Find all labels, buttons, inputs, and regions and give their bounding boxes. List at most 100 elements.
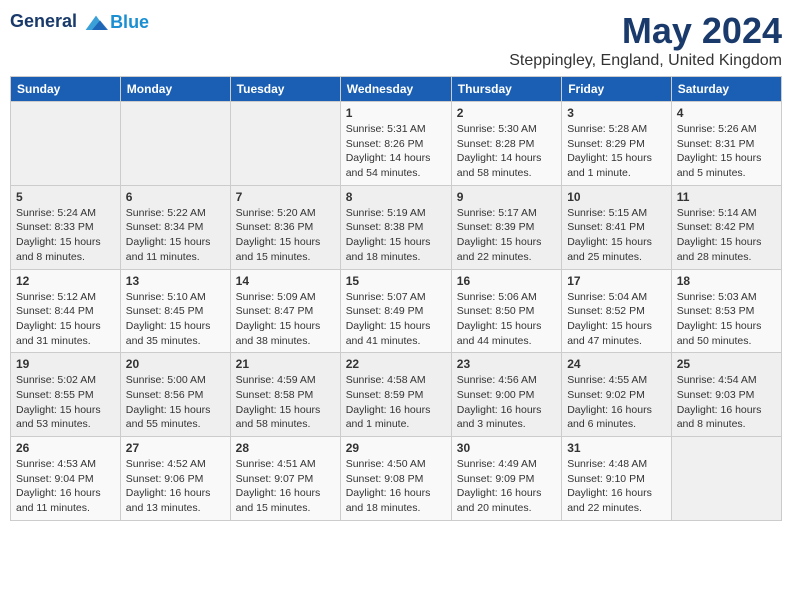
calendar-cell: 19Sunrise: 5:02 AM Sunset: 8:55 PM Dayli… [11, 353, 121, 437]
week-row-4: 19Sunrise: 5:02 AM Sunset: 8:55 PM Dayli… [11, 353, 782, 437]
day-info: Sunrise: 4:56 AM Sunset: 9:00 PM Dayligh… [457, 373, 556, 432]
day-number: 18 [677, 274, 776, 288]
logo-icon [84, 10, 108, 34]
day-info: Sunrise: 5:12 AM Sunset: 8:44 PM Dayligh… [16, 290, 115, 349]
calendar-cell [671, 437, 781, 521]
day-number: 2 [457, 106, 556, 120]
calendar-cell: 5 Sunrise: 5:24 AM Sunset: 8:33 PM Daylig… [11, 185, 121, 269]
week-row-2: 5 Sunrise: 5:24 AM Sunset: 8:33 PM Daylig… [11, 185, 782, 269]
day-info: Sunrise: 5:14 AM Sunset: 8:42 PM Dayligh… [677, 206, 776, 265]
day-info: Sunrise: 5:04 AM Sunset: 8:52 PM Dayligh… [567, 290, 666, 349]
calendar-cell: 29 Sunrise: 4:50 AM Sunset: 9:08 PM Dayli… [340, 437, 451, 521]
day-number: 12 [16, 274, 115, 288]
day-info: Sunrise: 4:49 AM Sunset: 9:09 PM Dayligh… [457, 457, 556, 516]
day-info: Sunrise: 5:15 AM Sunset: 8:41 PM Dayligh… [567, 206, 666, 265]
day-info: Sunrise: 5:30 AM Sunset: 8:28 PM Dayligh… [457, 122, 556, 181]
day-info: Sunrise: 5:03 AM Sunset: 8:53 PM Dayligh… [677, 290, 776, 349]
calendar-cell: 25 Sunrise: 4:54 AM Sunset: 9:03 PM Dayli… [671, 353, 781, 437]
week-row-1: 1Sunrise: 5:31 AM Sunset: 8:26 PM Daylig… [11, 102, 782, 186]
calendar-cell: 28Sunrise: 4:51 AM Sunset: 9:07 PM Dayli… [230, 437, 340, 521]
day-number: 26 [16, 441, 115, 455]
day-number: 16 [457, 274, 556, 288]
calendar-cell: 27 Sunrise: 4:52 AM Sunset: 9:06 PM Dayli… [120, 437, 230, 521]
weekday-header-tuesday: Tuesday [230, 77, 340, 102]
day-info: Sunrise: 5:24 AM Sunset: 8:33 PM Dayligh… [16, 206, 115, 265]
day-info: Sunrise: 5:07 AM Sunset: 8:49 PM Dayligh… [346, 290, 446, 349]
calendar-cell: 23Sunrise: 4:56 AM Sunset: 9:00 PM Dayli… [451, 353, 561, 437]
day-info: Sunrise: 5:28 AM Sunset: 8:29 PM Dayligh… [567, 122, 666, 181]
day-info: Sunrise: 5:17 AM Sunset: 8:39 PM Dayligh… [457, 206, 556, 265]
day-number: 19 [16, 357, 115, 371]
week-row-5: 26 Sunrise: 4:53 AM Sunset: 9:04 PM Dayli… [11, 437, 782, 521]
calendar-cell: 9 Sunrise: 5:17 AM Sunset: 8:39 PM Daylig… [451, 185, 561, 269]
day-info: Sunrise: 5:00 AM Sunset: 8:56 PM Dayligh… [126, 373, 225, 432]
day-number: 1 [346, 106, 446, 120]
calendar-cell: 11 Sunrise: 5:14 AM Sunset: 8:42 PM Dayli… [671, 185, 781, 269]
day-info: Sunrise: 5:20 AM Sunset: 8:36 PM Dayligh… [236, 206, 335, 265]
day-info: Sunrise: 4:52 AM Sunset: 9:06 PM Dayligh… [126, 457, 225, 516]
calendar-cell [120, 102, 230, 186]
day-number: 9 [457, 190, 556, 204]
location: Steppingley, England, United Kingdom [509, 52, 782, 70]
day-number: 17 [567, 274, 666, 288]
day-info: Sunrise: 5:26 AM Sunset: 8:31 PM Dayligh… [677, 122, 776, 181]
day-number: 20 [126, 357, 225, 371]
day-number: 3 [567, 106, 666, 120]
calendar-cell: 14Sunrise: 5:09 AM Sunset: 8:47 PM Dayli… [230, 269, 340, 353]
weekday-header-thursday: Thursday [451, 77, 561, 102]
day-info: Sunrise: 4:55 AM Sunset: 9:02 PM Dayligh… [567, 373, 666, 432]
page-header: General Blue May 2024 Steppingley, Engla… [10, 10, 782, 70]
calendar-cell: 1Sunrise: 5:31 AM Sunset: 8:26 PM Daylig… [340, 102, 451, 186]
day-info: Sunrise: 4:54 AM Sunset: 9:03 PM Dayligh… [677, 373, 776, 432]
day-info: Sunrise: 4:59 AM Sunset: 8:58 PM Dayligh… [236, 373, 335, 432]
calendar-body: 1Sunrise: 5:31 AM Sunset: 8:26 PM Daylig… [11, 102, 782, 521]
calendar-cell: 3 Sunrise: 5:28 AM Sunset: 8:29 PM Daylig… [562, 102, 672, 186]
calendar-cell: 31Sunrise: 4:48 AM Sunset: 9:10 PM Dayli… [562, 437, 672, 521]
weekday-header-saturday: Saturday [671, 77, 781, 102]
calendar-cell: 26 Sunrise: 4:53 AM Sunset: 9:04 PM Dayli… [11, 437, 121, 521]
day-number: 7 [236, 190, 335, 204]
logo-blue: Blue [110, 12, 149, 33]
day-info: Sunrise: 5:22 AM Sunset: 8:34 PM Dayligh… [126, 206, 225, 265]
weekday-row: SundayMondayTuesdayWednesdayThursdayFrid… [11, 77, 782, 102]
calendar-cell: 16 Sunrise: 5:06 AM Sunset: 8:50 PM Dayli… [451, 269, 561, 353]
calendar-cell: 20 Sunrise: 5:00 AM Sunset: 8:56 PM Dayli… [120, 353, 230, 437]
day-number: 8 [346, 190, 446, 204]
day-number: 24 [567, 357, 666, 371]
calendar-cell: 18 Sunrise: 5:03 AM Sunset: 8:53 PM Dayli… [671, 269, 781, 353]
day-info: Sunrise: 4:53 AM Sunset: 9:04 PM Dayligh… [16, 457, 115, 516]
calendar-cell: 2 Sunrise: 5:30 AM Sunset: 8:28 PM Daylig… [451, 102, 561, 186]
day-number: 15 [346, 274, 446, 288]
day-number: 25 [677, 357, 776, 371]
day-info: Sunrise: 4:51 AM Sunset: 9:07 PM Dayligh… [236, 457, 335, 516]
day-number: 21 [236, 357, 335, 371]
day-info: Sunrise: 5:10 AM Sunset: 8:45 PM Dayligh… [126, 290, 225, 349]
weekday-header-monday: Monday [120, 77, 230, 102]
day-info: Sunrise: 4:48 AM Sunset: 9:10 PM Dayligh… [567, 457, 666, 516]
day-info: Sunrise: 4:50 AM Sunset: 9:08 PM Dayligh… [346, 457, 446, 516]
calendar-cell: 7 Sunrise: 5:20 AM Sunset: 8:36 PM Daylig… [230, 185, 340, 269]
calendar-cell: 10 Sunrise: 5:15 AM Sunset: 8:41 PM Dayli… [562, 185, 672, 269]
day-info: Sunrise: 4:58 AM Sunset: 8:59 PM Dayligh… [346, 373, 446, 432]
logo-text: General [10, 10, 108, 34]
calendar-cell: 17 Sunrise: 5:04 AM Sunset: 8:52 PM Dayli… [562, 269, 672, 353]
day-info: Sunrise: 5:06 AM Sunset: 8:50 PM Dayligh… [457, 290, 556, 349]
week-row-3: 12 Sunrise: 5:12 AM Sunset: 8:44 PM Dayli… [11, 269, 782, 353]
calendar-cell: 30 Sunrise: 4:49 AM Sunset: 9:09 PM Dayli… [451, 437, 561, 521]
calendar-cell: 6Sunrise: 5:22 AM Sunset: 8:34 PM Daylig… [120, 185, 230, 269]
day-number: 5 [16, 190, 115, 204]
day-number: 22 [346, 357, 446, 371]
day-number: 27 [126, 441, 225, 455]
day-number: 29 [346, 441, 446, 455]
day-number: 11 [677, 190, 776, 204]
weekday-header-friday: Friday [562, 77, 672, 102]
day-number: 10 [567, 190, 666, 204]
calendar-cell: 8 Sunrise: 5:19 AM Sunset: 8:38 PM Daylig… [340, 185, 451, 269]
calendar-cell: 13 Sunrise: 5:10 AM Sunset: 8:45 PM Dayli… [120, 269, 230, 353]
day-number: 30 [457, 441, 556, 455]
calendar-cell: 22 Sunrise: 4:58 AM Sunset: 8:59 PM Dayli… [340, 353, 451, 437]
calendar-cell: 24 Sunrise: 4:55 AM Sunset: 9:02 PM Dayli… [562, 353, 672, 437]
day-info: Sunrise: 5:19 AM Sunset: 8:38 PM Dayligh… [346, 206, 446, 265]
day-number: 4 [677, 106, 776, 120]
day-number: 13 [126, 274, 225, 288]
